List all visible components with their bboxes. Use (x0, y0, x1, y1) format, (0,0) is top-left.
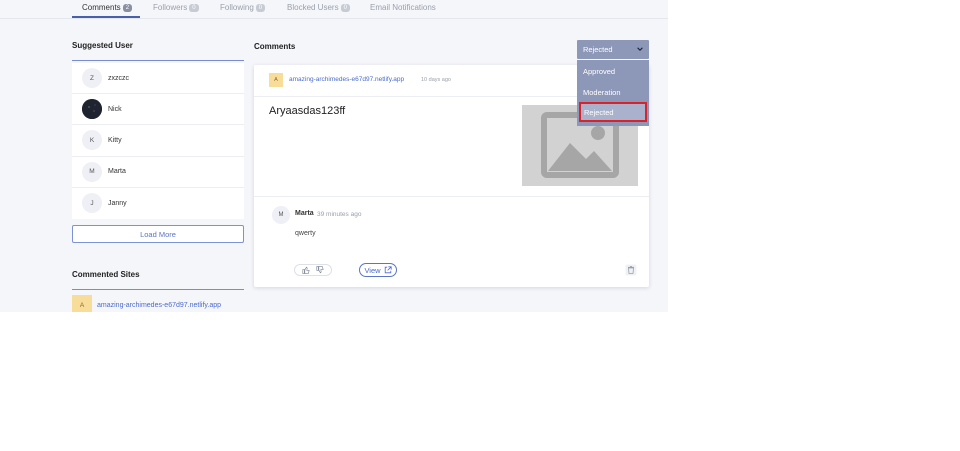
view-label: View (364, 265, 381, 275)
suggested-user-title: Suggested User (72, 41, 133, 50)
status-option-label: Rejected (584, 107, 614, 117)
tab-label: Followers (153, 3, 188, 12)
tab-email-notifications[interactable]: Email Notifications (370, 3, 436, 12)
suggested-user-row[interactable]: Z zxzczc (72, 63, 244, 95)
tab-count-badge: 0 (255, 4, 266, 12)
user-name: Janny (108, 199, 127, 207)
comment-author[interactable]: Marta (295, 210, 314, 217)
tab-blocked-users[interactable]: Blocked Users 0 (287, 3, 350, 12)
avatar: Z (82, 68, 102, 89)
site-link[interactable]: amazing-archimedes-e67d97.netlify.app (97, 302, 221, 309)
card-divider (254, 196, 649, 197)
user-name: Nick (108, 105, 122, 113)
comment-timestamp: 39 minutes ago (317, 210, 362, 218)
tab-followers[interactable]: Followers 0 (153, 3, 199, 12)
load-more-button[interactable]: Load More (72, 225, 244, 243)
site-avatar: A (269, 73, 283, 87)
avatar: J (82, 193, 102, 214)
tab-label: Email Notifications (370, 3, 436, 12)
chevron-down-icon (637, 47, 643, 51)
site-link[interactable]: amazing-archimedes-e67d97.netlify.app (289, 76, 404, 83)
avatar: K (82, 130, 102, 151)
status-filter-menu: Approved Moderation Rejected (577, 60, 649, 126)
status-filter-value: Rejected (583, 45, 613, 54)
tab-following[interactable]: Following 0 (220, 3, 266, 12)
avatar: M (82, 161, 102, 182)
post-timestamp: 10 days ago (421, 76, 451, 83)
suggested-user-row[interactable]: Nick (72, 94, 244, 126)
external-link-icon (384, 266, 392, 274)
active-tab-indicator (72, 16, 140, 18)
post-title: Aryaasdas123ff (269, 105, 346, 117)
suggested-user-list: Z zxzczc Nick K Kitty M Marta J Janny (72, 63, 244, 219)
status-option-approved[interactable]: Approved (583, 67, 615, 76)
tab-bar: Comments 2 Followers 0 Following 0 Blocked … (0, 0, 668, 19)
user-name: zxzczc (108, 74, 129, 82)
trash-icon[interactable] (625, 264, 637, 276)
commented-site-item[interactable]: A amazing-archimedes-e67d97.netlify.app (72, 295, 221, 312)
tab-label: Comments (82, 3, 121, 12)
status-option-rejected[interactable]: Rejected (579, 102, 647, 122)
commented-sites-title: Commented Sites (72, 270, 140, 279)
tab-count-badge: 2 (122, 4, 133, 12)
user-name: Marta (108, 168, 126, 176)
tab-label: Blocked Users (287, 3, 339, 12)
thumbs-up-icon[interactable] (302, 266, 310, 274)
avatar (82, 99, 102, 120)
suggested-user-row[interactable]: K Kitty (72, 125, 244, 157)
thumbs-down-icon[interactable] (316, 266, 324, 274)
status-filter-select[interactable]: Rejected (577, 40, 649, 59)
commenter-avatar: M (272, 206, 290, 224)
tab-count-badge: 0 (340, 4, 350, 12)
user-name: Kitty (108, 136, 122, 144)
suggested-user-row[interactable]: J Janny (72, 188, 244, 219)
view-button[interactable]: View (359, 263, 397, 277)
avatar-photo-icon (82, 99, 102, 120)
section-divider (72, 60, 244, 61)
tab-label: Following (220, 3, 254, 12)
suggested-user-row[interactable]: M Marta (72, 157, 244, 188)
tab-count-badge: 0 (189, 4, 199, 12)
vote-group (294, 264, 332, 276)
tab-comments[interactable]: Comments 2 (82, 3, 133, 12)
status-option-moderation[interactable]: Moderation (583, 88, 621, 97)
section-divider (72, 289, 244, 290)
comments-title: Comments (254, 42, 296, 51)
app: Comments 2 Followers 0 Following 0 Blocked … (0, 0, 668, 312)
site-avatar: A (72, 295, 92, 312)
comment-text: qwerty (295, 230, 316, 237)
